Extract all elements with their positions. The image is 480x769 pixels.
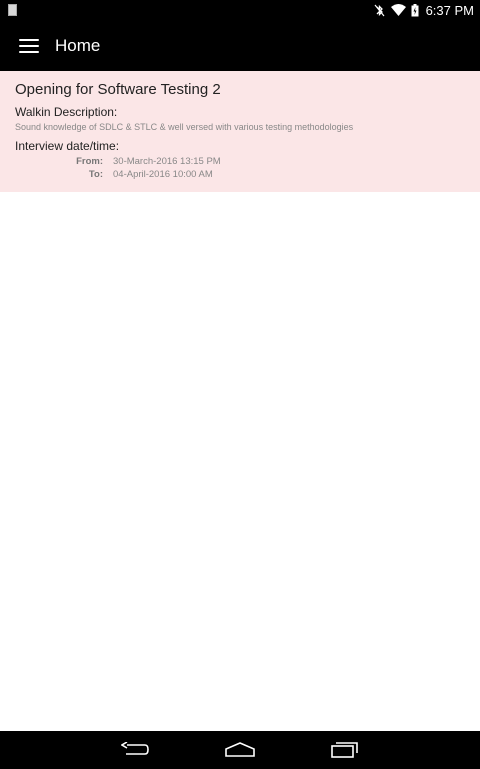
description-text: Sound knowledge of SDLC & STLC & well ve… xyxy=(15,122,354,132)
status-bar: 6:37 PM xyxy=(0,0,480,20)
navigation-bar xyxy=(0,731,480,769)
recents-icon xyxy=(331,742,358,758)
to-value: 04-April-2016 10:00 AM xyxy=(113,169,213,180)
status-time: 6:37 PM xyxy=(425,2,474,18)
back-button[interactable] xyxy=(120,740,150,760)
from-row: From: 30-March-2016 13:15 PM xyxy=(15,155,465,168)
home-button[interactable] xyxy=(225,740,255,760)
recents-button[interactable] xyxy=(330,740,360,760)
from-value: 30-March-2016 13:15 PM xyxy=(113,156,221,167)
interview-dates: From: 30-March-2016 13:15 PM To: 04-Apri… xyxy=(15,155,465,181)
interview-label: Interview date/time: xyxy=(15,139,120,153)
notification-icon xyxy=(8,4,17,16)
walkin-card[interactable]: Opening for Software Testing 2 Walkin De… xyxy=(0,71,480,192)
hamburger-menu-icon xyxy=(19,38,39,53)
menu-button[interactable] xyxy=(1,20,57,71)
back-icon xyxy=(121,742,149,755)
wifi-icon xyxy=(390,4,406,16)
to-row: To: 04-April-2016 10:00 AM xyxy=(15,168,465,181)
description-label: Walkin Description: xyxy=(15,105,118,119)
to-label: To: xyxy=(88,169,103,180)
from-label: From: xyxy=(76,156,103,167)
home-icon xyxy=(225,742,255,757)
card-title: Opening for Software Testing 2 xyxy=(15,81,221,98)
app-bar: Home xyxy=(0,20,480,71)
screen: 6:37 PM Home Opening for Software Testin… xyxy=(0,0,480,769)
bluetooth-off-icon xyxy=(374,4,385,16)
page-title: Home xyxy=(55,35,101,55)
battery-icon xyxy=(411,3,419,16)
